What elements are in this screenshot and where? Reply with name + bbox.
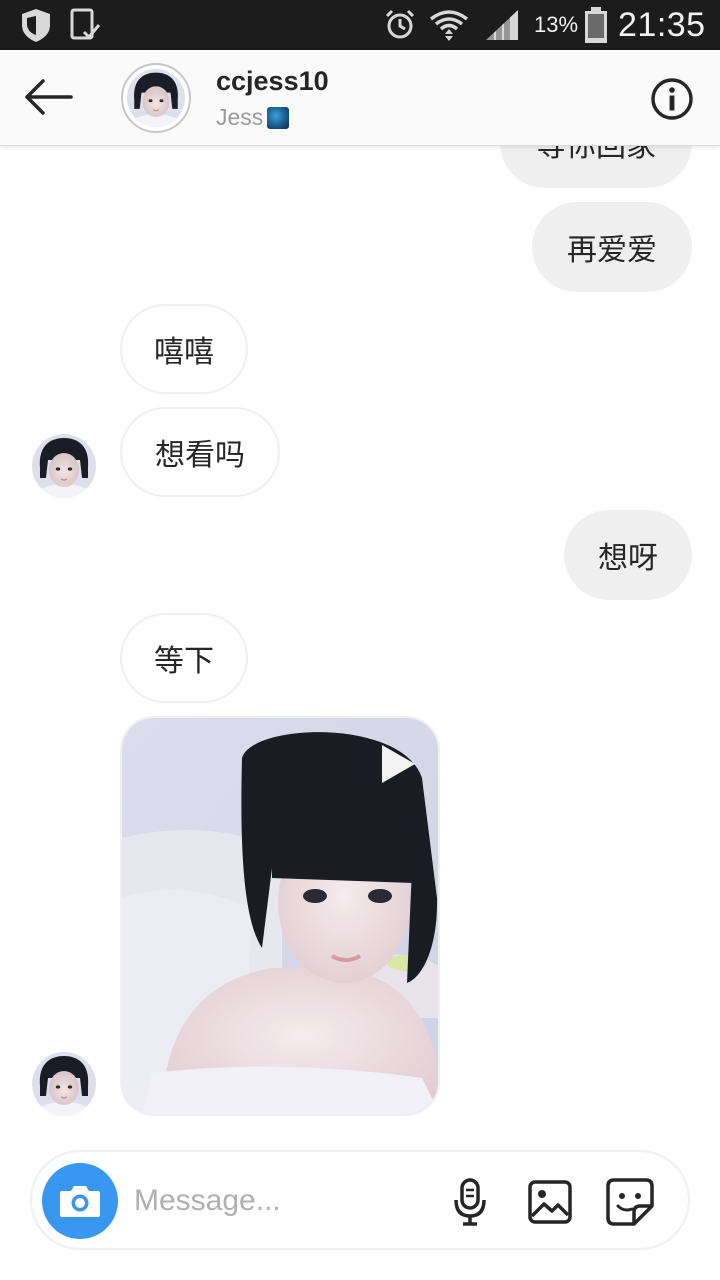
message-input[interactable] [134,1174,434,1228]
gallery-icon [528,1180,572,1224]
info-button[interactable] [650,77,694,121]
message-bubble[interactable]: 再爱爱 [532,202,692,292]
message-composer [30,1150,690,1250]
gallery-button[interactable] [524,1176,576,1228]
message-bubble[interactable]: 等下 [120,613,248,703]
microphone-icon [454,1178,486,1226]
status-bar: 13% 21:35 [0,0,720,50]
shield-icon [18,0,54,50]
sender-avatar[interactable] [32,1052,96,1116]
battery-icon [584,0,608,50]
back-button[interactable] [18,72,78,122]
globe-emoji-icon [267,106,290,129]
display-name: Jess [216,104,264,130]
camera-icon [60,1186,100,1217]
battery-percent: 13% [534,12,579,37]
sender-avatar[interactable] [32,434,96,498]
phone-sync-icon [68,0,102,50]
message-bubble[interactable]: 想呀 [564,510,692,600]
video-message[interactable] [120,716,440,1116]
clock: 21:35 [618,5,706,44]
message-bubble[interactable]: 等你回家 [500,146,692,188]
camera-button[interactable] [42,1163,118,1239]
back-arrow-icon [25,79,73,115]
info-icon [651,78,693,120]
header-avatar[interactable] [121,63,191,133]
message-thread[interactable]: 等你回家 再爱爱 嘻嘻 想看吗 想呀 等下 [0,146,720,1146]
message-bubble[interactable]: 嘻嘻 [120,304,248,394]
username[interactable]: ccjess10 [216,66,329,97]
message-bubble[interactable]: 想看吗 [120,407,280,497]
microphone-button[interactable] [444,1176,496,1228]
sticker-icon [606,1178,654,1226]
display-name-row: Jess [216,104,290,131]
sticker-button[interactable] [604,1176,656,1228]
signal-icon [484,0,520,50]
play-icon[interactable] [378,742,418,786]
wifi-icon [429,0,469,50]
conversation-header: ccjess10 Jess [0,50,720,146]
alarm-icon [383,0,417,50]
